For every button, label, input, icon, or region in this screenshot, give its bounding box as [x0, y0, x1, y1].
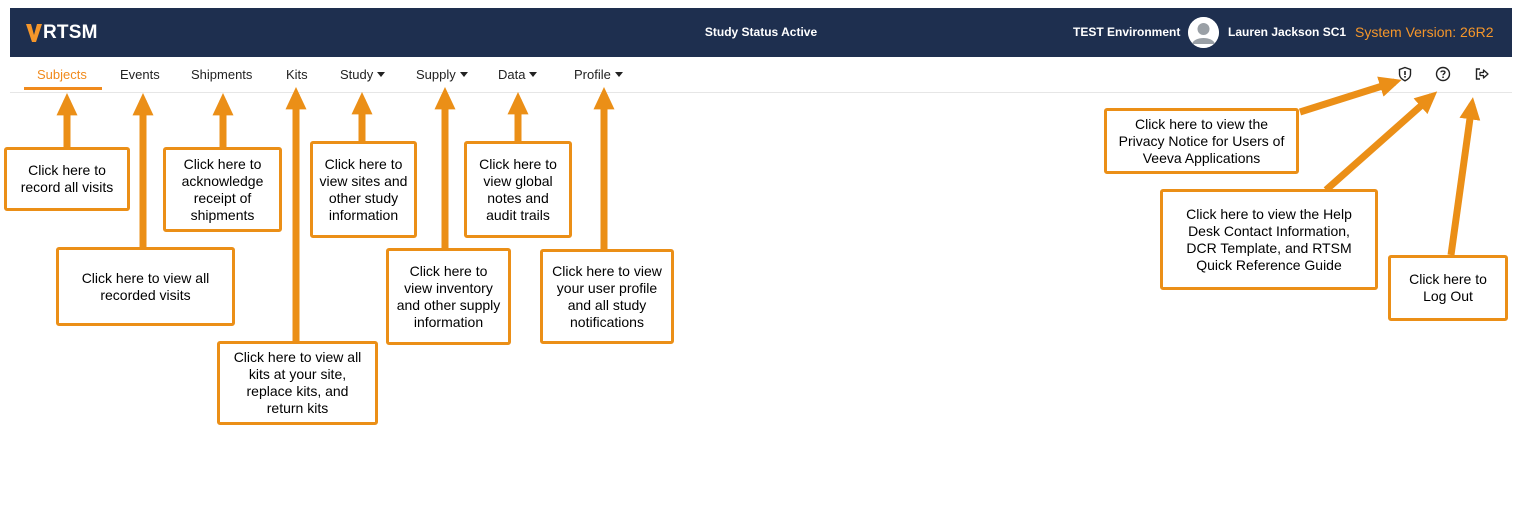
- app-header: RTSM Study Status Active TEST Environmen…: [10, 8, 1512, 57]
- callout-text: Click here to view all recorded visits: [81, 269, 210, 303]
- arrow-logout: [1447, 97, 1481, 256]
- nav-profile-dropdown[interactable]: Profile: [574, 67, 623, 82]
- callout-profile: Click here to view your user profile and…: [540, 249, 674, 344]
- nav-label: Data: [498, 67, 526, 82]
- nav-label: Study: [340, 67, 374, 82]
- nav-kits[interactable]: Kits: [286, 67, 308, 82]
- callout-subjects: Click here to record all visits: [4, 147, 130, 211]
- caret-down-icon: [377, 72, 386, 77]
- user-name[interactable]: Lauren Jackson SC1: [1228, 25, 1346, 39]
- caret-down-icon: [614, 72, 623, 77]
- user-avatar-icon: [1188, 17, 1219, 48]
- callout-text: Click here to view the Help Desk Contact…: [1186, 205, 1352, 273]
- nav-supply-dropdown[interactable]: Supply: [416, 67, 468, 82]
- active-tab-indicator: [24, 87, 102, 90]
- nav-label: Shipments: [191, 67, 253, 82]
- nav-subjects[interactable]: Subjects: [37, 67, 87, 82]
- nav-shipments[interactable]: Shipments: [191, 67, 252, 82]
- caret-down-icon: [529, 72, 538, 77]
- callout-events: Click here to view all recorded visits: [56, 247, 235, 326]
- callout-study: Click here to view sites and other study…: [310, 141, 417, 238]
- nav-label: Events: [120, 67, 160, 82]
- nav-label: Supply: [416, 67, 456, 82]
- callout-text: Click here to view global notes and audi…: [479, 155, 557, 223]
- callout-privacy-notice: Click here to view the Privacy Notice fo…: [1104, 108, 1299, 174]
- main-nav: Subjects Events Shipments Kits Study Sup…: [10, 57, 1512, 93]
- callout-text: Click here to record all visits: [20, 162, 114, 195]
- callout-text: Click here to view inventory and other s…: [396, 262, 501, 330]
- system-version: System Version: 26R2: [1355, 24, 1494, 40]
- logout-icon[interactable]: [1474, 66, 1490, 82]
- avatar[interactable]: [1188, 17, 1219, 48]
- callout-shipments: Click here to acknowledge receipt of shi…: [163, 147, 282, 232]
- nav-label: Profile: [574, 67, 611, 82]
- callout-text: Click here to view sites and other study…: [319, 155, 408, 223]
- nav-events[interactable]: Events: [120, 67, 160, 82]
- callout-text: Click here to view the Privacy Notice fo…: [1118, 115, 1285, 166]
- caret-down-icon: [459, 72, 468, 77]
- arrow-help: [1323, 91, 1438, 193]
- environment-label: TEST Environment: [1073, 25, 1181, 39]
- callout-supply: Click here to view inventory and other s…: [386, 248, 511, 345]
- nav-label: Kits: [286, 67, 308, 82]
- nav-data-dropdown[interactable]: Data: [498, 67, 538, 82]
- callout-text: Click here to view your user profile and…: [552, 262, 662, 330]
- privacy-shield-icon[interactable]: [1397, 66, 1413, 82]
- callout-text: Click here to view all kits at your site…: [233, 349, 362, 416]
- help-question-icon[interactable]: [1435, 66, 1451, 82]
- callout-kits: Click here to view all kits at your site…: [217, 341, 378, 425]
- callout-data: Click here to view global notes and audi…: [464, 141, 572, 238]
- callout-text: Click here to Log Out: [1409, 271, 1487, 304]
- callout-help-desk: Click here to view the Help Desk Contact…: [1160, 189, 1378, 290]
- nav-study-dropdown[interactable]: Study: [340, 67, 386, 82]
- callout-text: Click here to acknowledge receipt of shi…: [181, 155, 264, 223]
- callout-logout: Click here to Log Out: [1388, 255, 1508, 321]
- nav-label: Subjects: [37, 67, 87, 82]
